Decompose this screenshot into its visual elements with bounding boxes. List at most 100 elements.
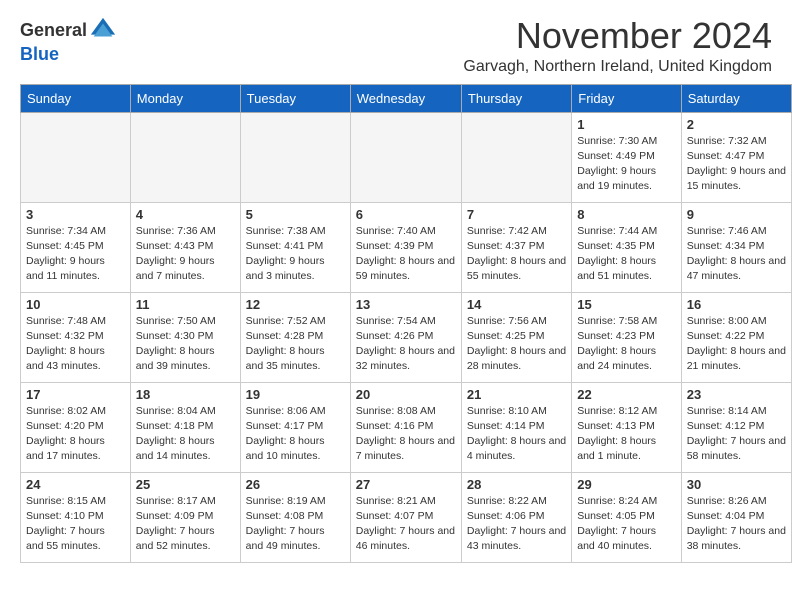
title-block: November 2024 Garvagh, Northern Ireland,… xyxy=(463,16,772,76)
day-info: Sunrise: 8:26 AM Sunset: 4:04 PM Dayligh… xyxy=(687,494,786,555)
day-info: Sunrise: 8:17 AM Sunset: 4:09 PM Dayligh… xyxy=(136,494,235,555)
header-day-sunday: Sunday xyxy=(21,84,131,112)
calendar-cell: 24Sunrise: 8:15 AM Sunset: 4:10 PM Dayli… xyxy=(21,472,131,562)
header-day-monday: Monday xyxy=(130,84,240,112)
day-number: 25 xyxy=(136,477,235,492)
calendar-cell: 11 Sunrise: 7:50 AM Sunset: 4:30 PM Dayli… xyxy=(130,292,240,382)
header-row: SundayMondayTuesdayWednesdayThursdayFrid… xyxy=(21,84,792,112)
calendar-body: 1 Sunrise: 7:30 AM Sunset: 4:49 PM Daylig… xyxy=(21,112,792,562)
header-day-thursday: Thursday xyxy=(461,84,571,112)
day-info: Sunrise: 8:21 AM Sunset: 4:07 PM Dayligh… xyxy=(356,494,456,555)
day-number: 9 xyxy=(687,207,786,222)
day-number: 11 xyxy=(136,297,235,312)
day-number: 5 xyxy=(246,207,345,222)
calendar-cell: 16Sunrise: 8:00 AM Sunset: 4:22 PM Dayli… xyxy=(681,292,791,382)
day-info: Sunrise: 7:48 AM Sunset: 4:32 PM Dayligh… xyxy=(26,314,125,375)
calendar-cell: 20 Sunrise: 8:08 AM Sunset: 4:16 PM Dayli… xyxy=(350,382,461,472)
day-number: 22 xyxy=(577,387,675,402)
header-day-saturday: Saturday xyxy=(681,84,791,112)
day-number: 1 xyxy=(577,117,675,132)
calendar-cell xyxy=(461,112,571,202)
calendar-table: SundayMondayTuesdayWednesdayThursdayFrid… xyxy=(20,84,792,563)
calendar-cell: 13Sunrise: 7:54 AM Sunset: 4:26 PM Dayli… xyxy=(350,292,461,382)
calendar-cell: 1 Sunrise: 7:30 AM Sunset: 4:49 PM Daylig… xyxy=(572,112,681,202)
calendar-wrapper: SundayMondayTuesdayWednesdayThursdayFrid… xyxy=(0,84,792,573)
day-info: Sunrise: 7:44 AM Sunset: 4:35 PM Dayligh… xyxy=(577,224,675,285)
calendar-cell: 26 Sunrise: 8:19 AM Sunset: 4:08 PM Dayli… xyxy=(240,472,350,562)
day-number: 26 xyxy=(246,477,345,492)
day-info: Sunrise: 7:52 AM Sunset: 4:28 PM Dayligh… xyxy=(246,314,345,375)
day-info: Sunrise: 7:30 AM Sunset: 4:49 PM Dayligh… xyxy=(577,134,675,195)
calendar-cell: 17Sunrise: 8:02 AM Sunset: 4:20 PM Dayli… xyxy=(21,382,131,472)
calendar-cell: 18Sunrise: 8:04 AM Sunset: 4:18 PM Dayli… xyxy=(130,382,240,472)
day-number: 4 xyxy=(136,207,235,222)
day-number: 2 xyxy=(687,117,786,132)
day-number: 29 xyxy=(577,477,675,492)
day-info: Sunrise: 8:12 AM Sunset: 4:13 PM Dayligh… xyxy=(577,404,675,465)
day-info: Sunrise: 7:40 AM Sunset: 4:39 PM Dayligh… xyxy=(356,224,456,285)
calendar-cell: 19 Sunrise: 8:06 AM Sunset: 4:17 PM Dayli… xyxy=(240,382,350,472)
calendar-cell: 7 Sunrise: 7:42 AM Sunset: 4:37 PM Daylig… xyxy=(461,202,571,292)
calendar-cell: 2Sunrise: 7:32 AM Sunset: 4:47 PM Daylig… xyxy=(681,112,791,202)
week-row-4: 24Sunrise: 8:15 AM Sunset: 4:10 PM Dayli… xyxy=(21,472,792,562)
day-info: Sunrise: 8:02 AM Sunset: 4:20 PM Dayligh… xyxy=(26,404,125,465)
week-row-1: 3 Sunrise: 7:34 AM Sunset: 4:45 PM Daylig… xyxy=(21,202,792,292)
calendar-cell: 4 Sunrise: 7:36 AM Sunset: 4:43 PM Daylig… xyxy=(130,202,240,292)
calendar-cell: 14Sunrise: 7:56 AM Sunset: 4:25 PM Dayli… xyxy=(461,292,571,382)
calendar-cell: 25 Sunrise: 8:17 AM Sunset: 4:09 PM Dayli… xyxy=(130,472,240,562)
day-info: Sunrise: 8:24 AM Sunset: 4:05 PM Dayligh… xyxy=(577,494,675,555)
day-info: Sunrise: 8:06 AM Sunset: 4:17 PM Dayligh… xyxy=(246,404,345,465)
header-day-friday: Friday xyxy=(572,84,681,112)
day-number: 3 xyxy=(26,207,125,222)
calendar-cell: 23Sunrise: 8:14 AM Sunset: 4:12 PM Dayli… xyxy=(681,382,791,472)
day-info: Sunrise: 8:08 AM Sunset: 4:16 PM Dayligh… xyxy=(356,404,456,465)
day-info: Sunrise: 7:34 AM Sunset: 4:45 PM Dayligh… xyxy=(26,224,125,285)
day-number: 19 xyxy=(246,387,345,402)
calendar-cell: 27 Sunrise: 8:21 AM Sunset: 4:07 PM Dayli… xyxy=(350,472,461,562)
day-number: 14 xyxy=(467,297,566,312)
calendar-cell: 8 Sunrise: 7:44 AM Sunset: 4:35 PM Daylig… xyxy=(572,202,681,292)
calendar-cell: 29 Sunrise: 8:24 AM Sunset: 4:05 PM Dayli… xyxy=(572,472,681,562)
day-info: Sunrise: 8:10 AM Sunset: 4:14 PM Dayligh… xyxy=(467,404,566,465)
day-number: 28 xyxy=(467,477,566,492)
day-info: Sunrise: 7:54 AM Sunset: 4:26 PM Dayligh… xyxy=(356,314,456,375)
calendar-cell: 28 Sunrise: 8:22 AM Sunset: 4:06 PM Dayli… xyxy=(461,472,571,562)
day-number: 20 xyxy=(356,387,456,402)
day-number: 30 xyxy=(687,477,786,492)
logo-general-text: General xyxy=(20,20,87,41)
day-info: Sunrise: 8:15 AM Sunset: 4:10 PM Dayligh… xyxy=(26,494,125,555)
day-info: Sunrise: 8:14 AM Sunset: 4:12 PM Dayligh… xyxy=(687,404,786,465)
calendar-cell: 6Sunrise: 7:40 AM Sunset: 4:39 PM Daylig… xyxy=(350,202,461,292)
day-number: 27 xyxy=(356,477,456,492)
day-info: Sunrise: 7:50 AM Sunset: 4:30 PM Dayligh… xyxy=(136,314,235,375)
week-row-2: 10Sunrise: 7:48 AM Sunset: 4:32 PM Dayli… xyxy=(21,292,792,382)
day-number: 21 xyxy=(467,387,566,402)
day-info: Sunrise: 7:42 AM Sunset: 4:37 PM Dayligh… xyxy=(467,224,566,285)
calendar-cell: 12Sunrise: 7:52 AM Sunset: 4:28 PM Dayli… xyxy=(240,292,350,382)
day-info: Sunrise: 8:04 AM Sunset: 4:18 PM Dayligh… xyxy=(136,404,235,465)
day-info: Sunrise: 7:46 AM Sunset: 4:34 PM Dayligh… xyxy=(687,224,786,285)
calendar-cell: 10Sunrise: 7:48 AM Sunset: 4:32 PM Dayli… xyxy=(21,292,131,382)
day-info: Sunrise: 7:38 AM Sunset: 4:41 PM Dayligh… xyxy=(246,224,345,285)
week-row-0: 1 Sunrise: 7:30 AM Sunset: 4:49 PM Daylig… xyxy=(21,112,792,202)
calendar-cell: 22 Sunrise: 8:12 AM Sunset: 4:13 PM Dayli… xyxy=(572,382,681,472)
calendar-cell: 30 Sunrise: 8:26 AM Sunset: 4:04 PM Dayli… xyxy=(681,472,791,562)
calendar-cell xyxy=(21,112,131,202)
calendar-cell xyxy=(130,112,240,202)
calendar-cell xyxy=(350,112,461,202)
calendar-cell: 5 Sunrise: 7:38 AM Sunset: 4:41 PM Daylig… xyxy=(240,202,350,292)
calendar-cell xyxy=(240,112,350,202)
location-title: Garvagh, Northern Ireland, United Kingdo… xyxy=(463,58,772,76)
calendar-cell: 21 Sunrise: 8:10 AM Sunset: 4:14 PM Dayli… xyxy=(461,382,571,472)
day-info: Sunrise: 7:36 AM Sunset: 4:43 PM Dayligh… xyxy=(136,224,235,285)
month-title: November 2024 xyxy=(463,16,772,56)
day-number: 7 xyxy=(467,207,566,222)
day-info: Sunrise: 8:22 AM Sunset: 4:06 PM Dayligh… xyxy=(467,494,566,555)
calendar-header: SundayMondayTuesdayWednesdayThursdayFrid… xyxy=(21,84,792,112)
day-info: Sunrise: 7:58 AM Sunset: 4:23 PM Dayligh… xyxy=(577,314,675,375)
day-info: Sunrise: 8:19 AM Sunset: 4:08 PM Dayligh… xyxy=(246,494,345,555)
day-info: Sunrise: 8:00 AM Sunset: 4:22 PM Dayligh… xyxy=(687,314,786,375)
day-number: 15 xyxy=(577,297,675,312)
page-header: General Blue November 2024 Garvagh, Nort… xyxy=(0,0,792,84)
day-number: 8 xyxy=(577,207,675,222)
